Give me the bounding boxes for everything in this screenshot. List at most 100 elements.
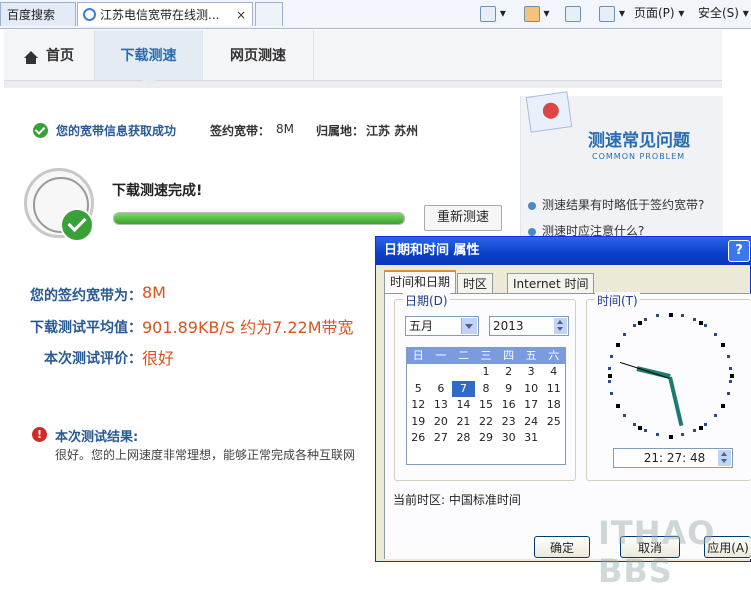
clock-tick [721, 404, 726, 408]
bandwidth-label: 签约宽带： [210, 124, 271, 138]
clock-tick [607, 379, 611, 383]
page-menu[interactable]: 页面(P) ▾ [634, 2, 684, 24]
summary-title: 本次测试结果: [55, 430, 139, 445]
clock-tick [729, 379, 733, 383]
clock-tick [729, 373, 734, 378]
calendar-day[interactable]: 7 [452, 380, 475, 397]
mail-icon[interactable] [565, 5, 582, 22]
calendar-day[interactable]: 3 [520, 364, 543, 381]
clock-tick [713, 414, 717, 418]
calendar-day[interactable]: 29 [475, 430, 498, 447]
help-button[interactable]: ? [728, 240, 750, 262]
weekday-label: 五 [525, 349, 537, 362]
browser-tab-baidu[interactable]: 百度搜索 [0, 2, 76, 26]
time-spinner[interactable]: 21: 27: 48 [613, 448, 733, 468]
weekday-label: 一 [435, 349, 447, 362]
clock-tick [668, 312, 673, 317]
time-group-label: 时间(T) [595, 292, 640, 309]
spin-arrows-icon[interactable] [554, 318, 567, 334]
calendar-day[interactable]: 15 [475, 397, 498, 414]
year-value: 2013 [493, 319, 524, 333]
safety-menu[interactable]: 安全(S) ▾ [698, 2, 749, 24]
calendar-day[interactable]: 22 [475, 414, 498, 431]
browser-tab-label: 百度搜索 [7, 8, 56, 22]
calendar-day[interactable]: 13 [430, 397, 453, 414]
calendar-day[interactable]: 24 [520, 414, 543, 431]
nav-web-test[interactable]: 网页测速 [203, 30, 314, 80]
calendar-day[interactable]: 12 [407, 397, 430, 414]
nav-home[interactable]: 首页 [4, 30, 95, 80]
tab-date-time[interactable]: 时间和日期 [384, 270, 457, 294]
ie-icon [83, 8, 96, 21]
nav-web-label: 网页测速 [230, 48, 286, 64]
clock-tick [668, 434, 673, 439]
clock-tick [693, 429, 697, 433]
clock-tick [623, 332, 627, 336]
evaluation-label: 本次测试评价： [44, 351, 142, 367]
calendar-day[interactable]: 23 [497, 414, 520, 431]
calendar-day[interactable]: 27 [430, 430, 453, 447]
browser-tab-speedtest[interactable]: 江苏电信宽带在线测... × [77, 2, 253, 26]
clock-tick [615, 343, 620, 347]
print-icon[interactable] [599, 5, 616, 22]
calendar-day[interactable]: 8 [475, 381, 498, 398]
new-tab-button[interactable] [255, 2, 283, 26]
calendar-day[interactable]: 20 [430, 414, 453, 431]
calendar-day[interactable]: 16 [497, 397, 520, 414]
clock-tick [726, 354, 730, 358]
tab-internet-time[interactable]: Internet 时间 [507, 273, 595, 293]
home-icon[interactable] [480, 5, 496, 22]
ok-button[interactable]: 确定 [534, 536, 590, 558]
clock-tick [632, 324, 636, 328]
month-value: 五月 [409, 319, 434, 333]
month-select[interactable]: 五月 [405, 316, 479, 336]
rss-icon[interactable] [523, 5, 540, 22]
calendar-day[interactable]: 10 [520, 381, 543, 398]
calendar-day [542, 430, 565, 447]
clock-tick [632, 422, 636, 426]
calendar-day[interactable]: 21 [452, 414, 475, 431]
calendar-day[interactable]: 26 [407, 430, 430, 447]
date-group-label: 日期(D) [403, 292, 450, 309]
tab-timezone[interactable]: 时区 [457, 273, 494, 293]
calendar-day[interactable]: 4 [542, 364, 565, 381]
calendar-day[interactable]: 14 [452, 397, 475, 414]
calendar-day[interactable]: 1 [475, 364, 498, 381]
calendar-day[interactable]: 25 [542, 414, 565, 431]
calendar-grid: 日一二三四五六 1 2 3 4 5 6 7 8 9 10 11 12 13 14 15 16 17 18 19 20 2… [406, 347, 566, 465]
calendar-day[interactable]: 9 [497, 381, 520, 398]
calendar-day[interactable]: 11 [542, 381, 565, 398]
retest-button[interactable]: 重新测速 [424, 205, 502, 231]
clock-tick [699, 426, 703, 431]
calendar-day[interactable]: 28 [452, 430, 475, 447]
nav-download-test[interactable]: 下载测速 [95, 30, 203, 80]
clock-tick [699, 320, 703, 325]
spin-arrows-icon[interactable] [718, 450, 731, 466]
bullet-icon [528, 201, 536, 210]
calendar-day[interactable]: 5 [407, 381, 430, 398]
second-hand [619, 361, 670, 379]
clock-tick [607, 373, 612, 378]
clock-tick [623, 414, 627, 418]
close-tab-icon[interactable]: × [236, 3, 246, 26]
dialog-title-bar[interactable]: 日期和时间 属性 ? [376, 237, 751, 265]
clock-tick [713, 332, 717, 336]
calendar-day[interactable]: 18 [542, 397, 565, 414]
calendar-day[interactable]: 2 [497, 364, 520, 381]
faq-item[interactable]: 测速结果有时略低于签约宽带? [528, 196, 704, 213]
safety-menu-label: 安全(S) [698, 6, 739, 20]
main-nav: 首页 下载测速 网页测速 [4, 30, 722, 81]
calendar-week-row: 1234 [407, 364, 565, 381]
calendar-day[interactable]: 17 [520, 397, 543, 414]
bullet-icon [528, 227, 536, 236]
clock-tick [607, 367, 611, 371]
progress-bar [113, 212, 405, 225]
calendar-day[interactable]: 31 [520, 430, 543, 447]
toolbar-icons: ▾ ▾ ▾ [480, 2, 625, 24]
faq-subtitle: COMMON PROBLEM [592, 152, 686, 161]
calendar-day[interactable]: 19 [407, 414, 430, 431]
watermark: ITHAO BBS [598, 514, 716, 590]
calendar-day[interactable]: 30 [497, 430, 520, 447]
year-spinner[interactable]: 2013 [489, 316, 569, 336]
calendar-day[interactable]: 6 [430, 381, 453, 398]
